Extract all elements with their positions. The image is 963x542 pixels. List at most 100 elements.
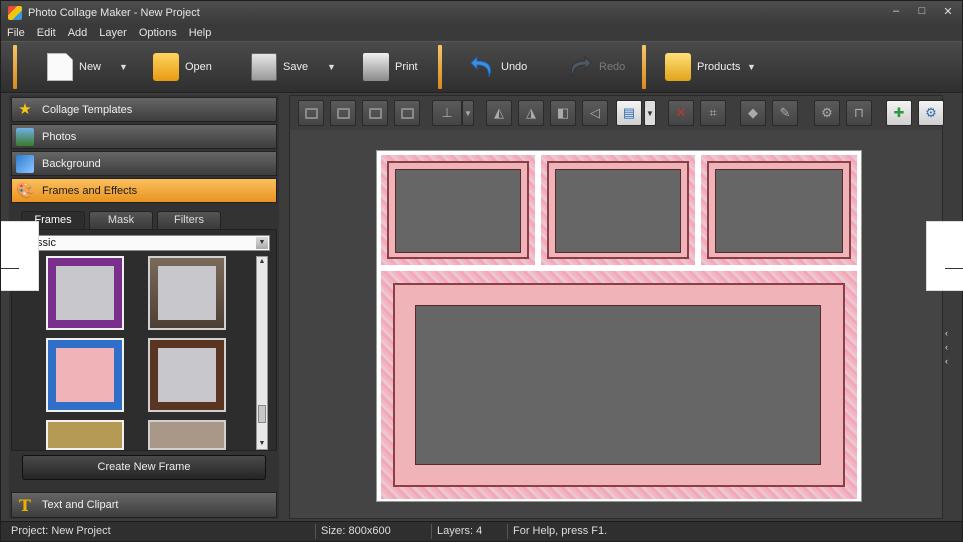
chevron-down-icon[interactable]: ▼ — [644, 100, 656, 126]
layout-icon[interactable]: ▤ — [616, 100, 642, 126]
products-button-label: Products — [697, 61, 741, 73]
products-button[interactable]: Products — [665, 50, 740, 84]
undo-button[interactable]: Undo — [469, 50, 527, 84]
create-new-frame-button[interactable]: Create New Frame — [22, 455, 266, 480]
photo-frame[interactable] — [541, 155, 695, 265]
frame-thumbnail[interactable] — [46, 338, 124, 412]
send-to-back-icon[interactable] — [394, 100, 420, 126]
collapse-chevrons[interactable]: ‹ ‹ ‹ — [945, 326, 955, 368]
chevron-down-icon: ▼ — [327, 62, 336, 72]
star-icon: ★ — [18, 100, 32, 118]
scroll-up-icon[interactable]: ▲ — [257, 257, 267, 267]
rotate-left-icon[interactable]: ◭ — [486, 100, 512, 126]
frame-thumbnail[interactable] — [46, 256, 124, 330]
rotate-right-icon[interactable]: ◮ — [518, 100, 544, 126]
undo-button-label: Undo — [501, 61, 528, 73]
frame-category-value: ssic — [37, 237, 56, 249]
text-and-clipart-label: Text and Clipart — [42, 499, 119, 511]
status-layers: Layers: 4 — [437, 525, 483, 537]
menu-add[interactable]: Add — [68, 27, 88, 39]
pipette-icon[interactable]: ✎ — [772, 100, 798, 126]
frames-gallery: ssic ▼ ▲ ▼ — [11, 229, 277, 451]
new-document-icon — [47, 53, 73, 81]
menu-edit[interactable]: Edit — [37, 27, 56, 39]
undo-arrow-icon — [469, 53, 495, 81]
photo-frame[interactable] — [701, 155, 857, 265]
toolbar-separator — [13, 45, 17, 89]
left-side-tab[interactable] — [1, 221, 39, 291]
redo-button[interactable]: Redo — [567, 50, 625, 84]
new-button[interactable]: New — [47, 50, 101, 84]
chevron-down-icon: ▼ — [119, 62, 128, 72]
right-side-tab[interactable] — [926, 221, 963, 291]
frame-thumbnail[interactable] — [148, 420, 226, 450]
frame-thumbnail[interactable] — [148, 256, 226, 330]
scroll-down-icon[interactable]: ▼ — [257, 439, 267, 449]
party-photo[interactable] — [395, 169, 521, 253]
photo-frame[interactable] — [381, 271, 857, 499]
title-bar: Photo Collage Maker - New Project – □ ✕ — [1, 1, 962, 25]
edit-toolbar: ⊥ ▼ ◭ ◮ ◧ ◁ ▤ ▼ ✕ ⌗ ◆ ✎ ⚙ ⊓ ✚ ⚙ — [290, 96, 944, 130]
frame-thumbnail[interactable] — [148, 338, 226, 412]
app-window: Photo Collage Maker - New Project – □ ✕ … — [0, 0, 963, 542]
window-title: Photo Collage Maker - New Project — [28, 7, 200, 19]
frames-scrollbar[interactable]: ▲ ▼ — [256, 256, 268, 450]
printer-icon — [363, 53, 389, 81]
print-button[interactable]: Print — [363, 50, 418, 84]
frame-thumbnail[interactable] — [46, 420, 124, 450]
collage-templates-item[interactable]: ★ Collage Templates — [11, 97, 277, 122]
open-button-label: Open — [185, 61, 212, 73]
frames-tabs: Frames Mask Filters — [17, 211, 277, 229]
save-dropdown-button[interactable]: ▼ — [327, 50, 336, 84]
bring-forward-icon[interactable] — [330, 100, 356, 126]
photos-item[interactable]: Photos — [11, 124, 277, 149]
print-button-label: Print — [395, 61, 418, 73]
collage-canvas[interactable] — [376, 150, 862, 502]
open-button[interactable]: Open — [153, 50, 212, 84]
fill-bucket-icon[interactable]: ◆ — [740, 100, 766, 126]
close-button[interactable]: ✕ — [942, 5, 954, 18]
minimize-button[interactable]: – — [890, 5, 902, 18]
status-bar: Project: New Project Size: 800x600 Layer… — [1, 521, 962, 541]
background-icon — [16, 154, 34, 173]
send-backward-icon[interactable] — [362, 100, 388, 126]
party-photo[interactable] — [715, 169, 843, 253]
save-button-label: Save — [283, 61, 309, 73]
menu-file[interactable]: File — [7, 27, 25, 39]
flip-horizontal-icon[interactable]: ◧ — [550, 100, 576, 126]
menu-options[interactable]: Options — [139, 27, 177, 39]
frames-and-effects-label: Frames and Effects — [42, 184, 138, 197]
maximize-button[interactable]: □ — [916, 5, 928, 18]
align-icon[interactable]: ⊥ — [432, 100, 462, 126]
status-size: Size: 800x600 — [321, 525, 391, 537]
new-dropdown-button[interactable]: ▼ — [119, 50, 128, 84]
crop-icon[interactable]: ⌗ — [700, 100, 726, 126]
frame-category-select[interactable]: ssic ▼ — [32, 235, 270, 251]
lock-icon[interactable]: ⊓ — [846, 100, 872, 126]
bring-to-front-icon[interactable] — [298, 100, 324, 126]
photo-frame[interactable] — [381, 155, 535, 265]
delete-icon[interactable]: ✕ — [668, 100, 694, 126]
text-and-clipart-item[interactable]: T Text and Clipart — [11, 492, 277, 518]
add-page-icon[interactable]: ✚ — [886, 100, 912, 126]
party-photo[interactable] — [555, 169, 681, 253]
group-photo[interactable] — [415, 305, 821, 465]
background-item[interactable]: Background — [11, 151, 277, 176]
save-button[interactable]: Save — [251, 50, 308, 84]
tab-mask[interactable]: Mask — [89, 211, 153, 229]
toolbar-separator — [642, 45, 646, 89]
menu-help[interactable]: Help — [189, 27, 212, 39]
text-t-icon: T — [19, 496, 31, 515]
scrollbar-thumb[interactable] — [258, 405, 266, 423]
chevron-down-icon[interactable]: ▼ — [256, 237, 268, 249]
chevron-down-icon[interactable]: ▼ — [462, 100, 474, 126]
products-dropdown-button[interactable]: ▼ — [747, 50, 756, 84]
flip-vertical-icon[interactable]: ◁ — [582, 100, 608, 126]
menu-bar: File Edit Add Layer Options Help — [1, 25, 962, 41]
box-icon — [665, 53, 691, 81]
gear-icon[interactable]: ⚙ — [814, 100, 840, 126]
tab-filters[interactable]: Filters — [157, 211, 221, 229]
menu-layer[interactable]: Layer — [99, 27, 127, 39]
frames-and-effects-item[interactable]: 🎨 Frames and Effects — [11, 178, 277, 203]
page-settings-icon[interactable]: ⚙ — [918, 100, 944, 126]
